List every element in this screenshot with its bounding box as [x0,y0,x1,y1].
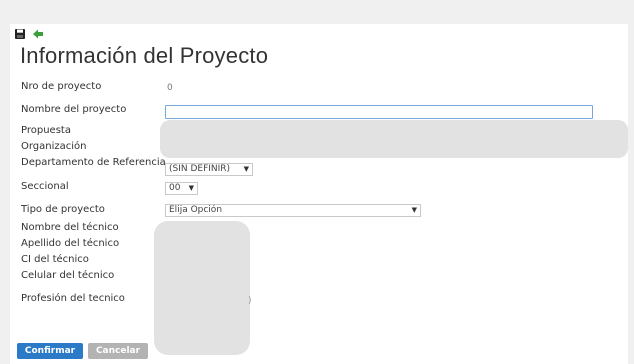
departamento-select-value: (SIN DEFINIR) [169,164,231,174]
redacted-area-propuesta [160,120,628,158]
confirm-button[interactable]: Confirmar [17,343,83,359]
nombre-tecnico-label: Nombre del técnico [21,222,119,233]
cancel-button[interactable]: Cancelar [88,343,148,359]
tipo-proyecto-label: Tipo de proyecto [21,204,105,215]
ci-tecnico-label: CI del técnico [21,254,89,265]
top-bar [0,0,634,24]
chevron-down-icon: ▼ [188,184,194,192]
departamento-label: Departamento de Referencia [21,157,166,168]
project-form-panel: Información del Proyecto Nro de proyecto… [10,24,628,364]
chevron-down-icon: ▼ [411,206,417,214]
propuesta-label: Propuesta [21,125,71,136]
nombre-proyecto-label: Nombre del proyecto [21,104,127,115]
back-arrow-icon[interactable] [32,28,44,40]
floppy-disk-icon[interactable] [14,28,26,40]
seccional-select[interactable]: 00 ▼ [165,182,198,195]
profesion-residual-char: ) [248,296,252,306]
celular-tecnico-label: Celular del técnico [21,270,115,281]
nro-proyecto-value: 0 [167,83,173,93]
organizacion-label: Organización [21,141,87,152]
nro-proyecto-label: Nro de proyecto [21,81,102,92]
profesion-tecnico-label: Profesión del tecnico [21,293,125,304]
tipo-proyecto-select[interactable]: Elija Opción ▼ [165,204,421,217]
redacted-area-tecnico [154,221,250,355]
seccional-select-value: 00 [169,183,181,193]
apellido-tecnico-label: Apellido del técnico [21,238,120,249]
seccional-label: Seccional [21,181,69,192]
departamento-select[interactable]: (SIN DEFINIR) ▼ [165,163,253,176]
toolbar [14,27,44,41]
page-title: Información del Proyecto [20,43,269,68]
tipo-proyecto-select-value: Elija Opción [169,205,223,215]
nombre-proyecto-input[interactable] [165,105,593,119]
chevron-down-icon: ▼ [243,165,249,173]
